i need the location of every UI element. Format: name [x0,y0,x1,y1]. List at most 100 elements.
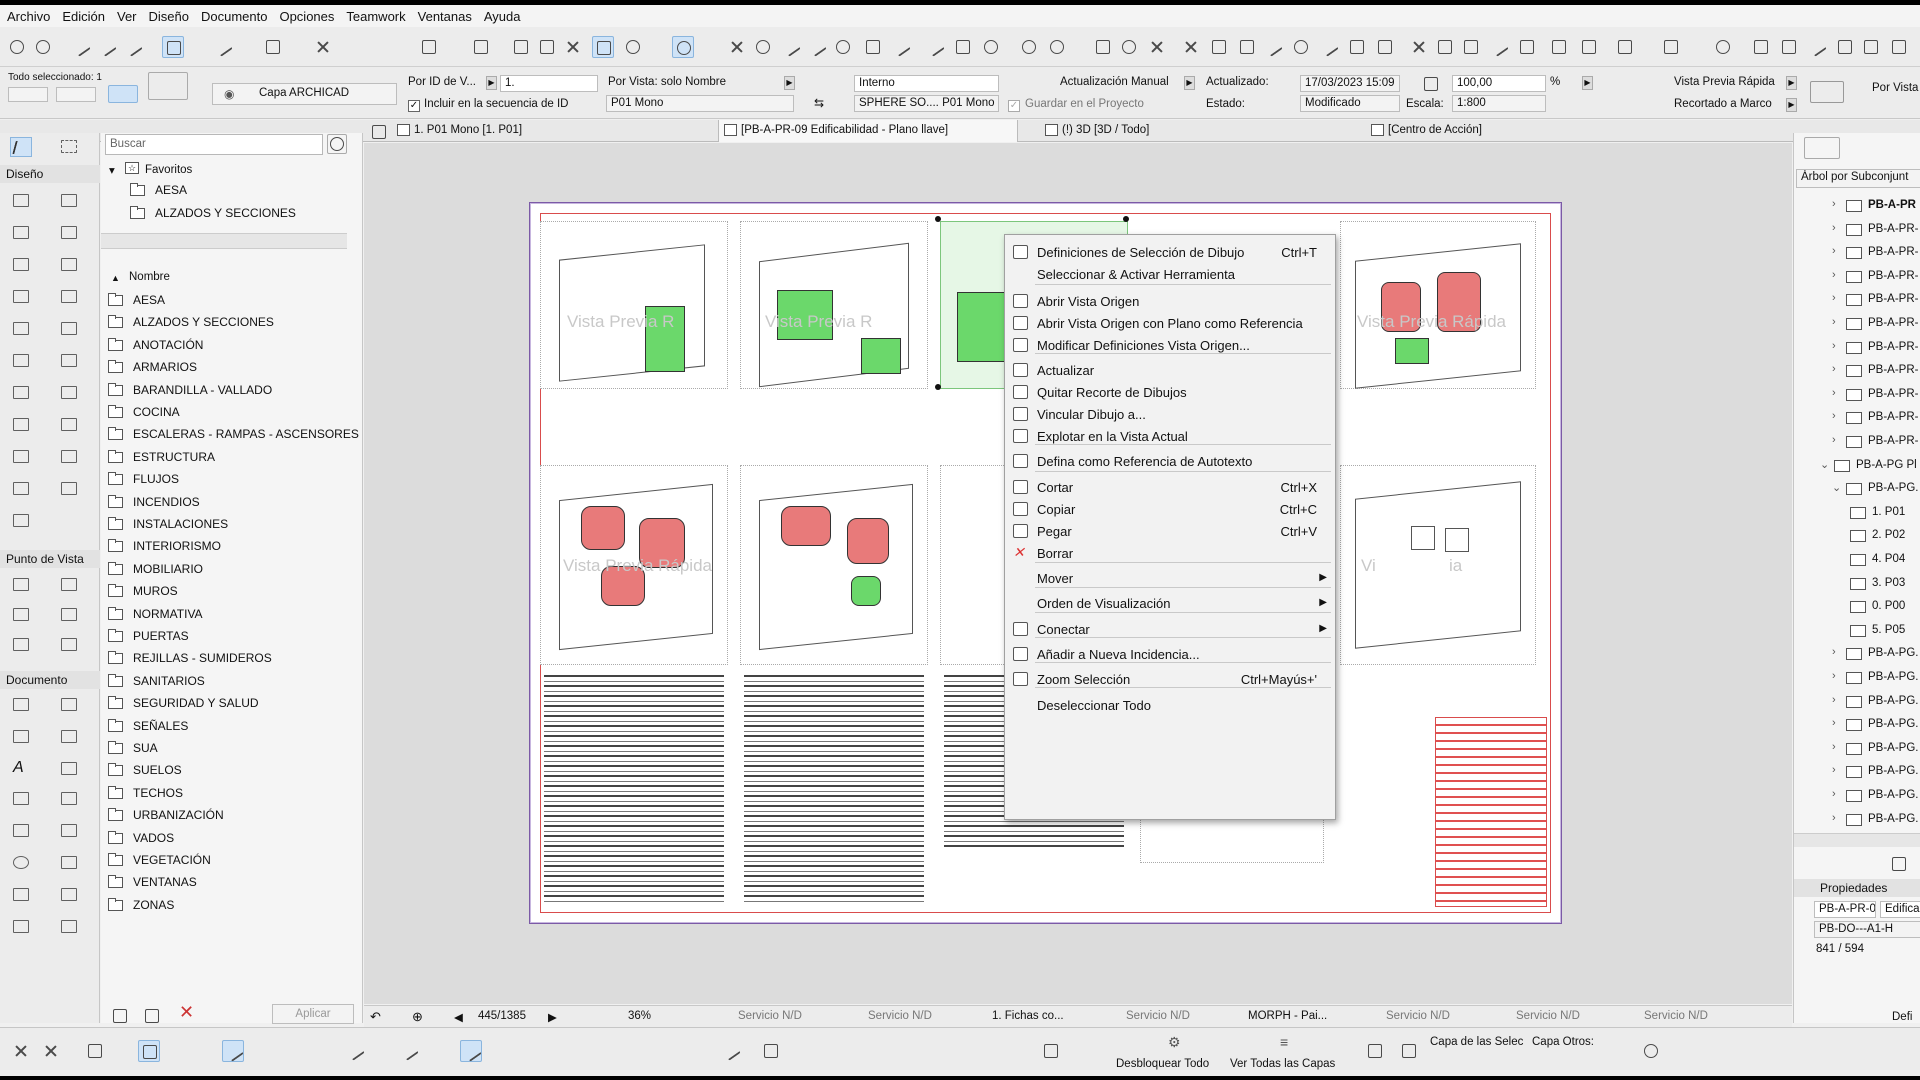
polyline-tool-icon[interactable] [58,853,80,873]
menu-ventanas[interactable]: Ventanas [417,9,481,24]
section-punto-de-vista[interactable]: Punto de Vista [0,550,100,568]
wrench-icon[interactable] [1262,36,1284,58]
magnify-icon[interactable] [752,36,774,58]
wall-tool-icon[interactable] [10,191,32,211]
skylight-tool-icon[interactable] [58,351,80,371]
door-tool-icon[interactable] [58,319,80,339]
explode-elements-icon[interactable] [1516,36,1538,58]
context-menu-item[interactable]: Pegar Ctrl+V [1005,520,1335,542]
marquee-combo[interactable] [56,87,96,102]
drawing-cell[interactable]: Vista Previa R [540,221,728,389]
new-folder-icon[interactable] [141,1005,161,1023]
opening-tool-icon[interactable] [10,383,32,403]
scale-pct-field[interactable]: 100,00 [1452,75,1546,92]
chart-icon[interactable] [1092,36,1114,58]
scale-pct-arrow-icon[interactable]: ▶ [1582,76,1593,90]
tree-header[interactable]: Árbol por Subconjunt [1796,169,1920,188]
panel-mode-icon[interactable] [1804,137,1840,159]
level-dimension-tool-icon[interactable] [58,695,80,715]
zoom-value[interactable]: 36% [628,1010,651,1022]
section-diseno[interactable]: Diseño [0,165,100,183]
layers-combo-icon[interactable] [1860,36,1882,58]
tab-grid-icon[interactable] [368,121,386,139]
snap-guides-icon[interactable] [10,1040,32,1062]
chevron-right-icon[interactable]: › [1832,694,1836,706]
drawing-cell[interactable]: Vista Previa Rápida [540,465,728,665]
chevron-right-icon[interactable]: › [1832,198,1836,210]
schedule-table[interactable] [744,675,924,905]
align-icon[interactable] [1318,36,1340,58]
context-menu-item[interactable]: Seleccionar & Activar Herramienta [1005,263,1335,285]
bim-cloud-icon[interactable] [1712,36,1734,58]
tab-options-icon[interactable] [1744,121,1772,139]
section-tool-icon[interactable] [10,575,32,595]
chevron-right-icon[interactable]: › [1832,269,1836,281]
pick-up-icon[interactable] [70,36,92,58]
edit-mode-icon[interactable] [84,1040,106,1062]
import-icon[interactable] [1778,36,1800,58]
context-menu-item[interactable]: Explotar en la Vista Actual [1005,425,1335,447]
menu-archivo[interactable]: Archivo [6,9,59,24]
scale-value[interactable]: 1:800 [1452,95,1546,112]
scissors-icon[interactable] [726,36,748,58]
chevron-right-icon[interactable]: › [1832,410,1836,422]
context-menu-item[interactable]: Deseleccionar Todo [1005,694,1335,716]
fill-tool-icon[interactable] [10,821,32,841]
home-icon[interactable] [1750,36,1772,58]
find-icon[interactable] [1118,36,1140,58]
source-path-field[interactable]: SPHERE SO.... P01 Mono [854,95,999,112]
chevron-down-icon[interactable]: ⌄ [1832,481,1841,494]
change-tool-icon[interactable] [10,511,32,531]
next-page-icon[interactable]: ▶ [548,1010,557,1024]
context-menu-item[interactable]: Defina como Referencia de Autotexto [1005,450,1335,472]
chevron-down-icon[interactable]: ⌄ [1820,458,1829,471]
view-options-icon[interactable] [1614,36,1636,58]
fillet-icon[interactable] [1290,36,1312,58]
flag-icon[interactable] [924,36,946,58]
eyedropper-icon[interactable] [96,36,118,58]
context-menu-item[interactable]: Mover ▶ [1005,567,1335,589]
line-type-icon[interactable] [344,1040,366,1062]
stair-tool-icon[interactable] [10,287,32,307]
window-icon[interactable] [418,36,440,58]
railing-tool-icon[interactable] [58,287,80,307]
prop-def-button[interactable]: Defi [1892,1011,1912,1023]
panel-icon[interactable] [1888,36,1910,58]
chevron-right-icon[interactable]: › [1832,340,1836,352]
figure-tool-icon[interactable] [10,447,32,467]
tree-scrollbar[interactable] [1794,833,1920,847]
chevron-right-icon[interactable]: › [1832,363,1836,375]
offset-icon[interactable] [862,36,884,58]
chevron-right-icon[interactable]: › [1832,316,1836,328]
stairs-icon[interactable] [760,1040,782,1062]
show-all-layers-button[interactable]: Ver Todas las Capas [1230,1058,1335,1070]
prop-name-field[interactable]: Edifica [1880,901,1920,918]
zoom-in-icon[interactable]: ⊕ [412,1009,423,1025]
angle-dimension-tool-icon[interactable] [58,727,80,747]
chevron-right-icon[interactable]: › [1832,222,1836,234]
check-icon[interactable] [720,1040,742,1062]
pages-icon[interactable] [1834,36,1856,58]
marker-tool-icon[interactable] [10,789,32,809]
ortho-icon[interactable] [222,1040,244,1062]
settings-button[interactable] [148,72,188,100]
stretch-icon[interactable] [1488,36,1510,58]
favorites-chevron-icon[interactable]: ▾ [109,163,115,177]
selection-handle[interactable] [935,216,941,222]
drawing-tool-icon[interactable] [58,917,80,937]
context-menu-item[interactable]: ✕ Borrar [1005,542,1335,564]
context-menu-item[interactable]: Definiciones de Selección de Dibujo Ctrl+… [1005,241,1335,263]
chevron-right-icon[interactable]: › [1832,646,1836,658]
delete-icon[interactable]: ✕ [179,1002,194,1023]
snap-icon[interactable] [262,36,284,58]
hotspot-tool-icon[interactable] [58,885,80,905]
tab-3d[interactable]: (!) 3D [3D / Todo] [1040,120,1155,142]
distribute-icon[interactable] [1346,36,1368,58]
circle-tool-icon[interactable] [10,853,32,873]
chevron-right-icon[interactable]: › [1832,764,1836,776]
chevron-right-icon[interactable]: › [1832,812,1836,824]
split-icon[interactable] [1180,36,1202,58]
explode-icon[interactable] [1146,36,1168,58]
interior-elevation-tool-icon[interactable] [10,605,32,625]
favorites-scrollbar[interactable] [101,233,347,249]
